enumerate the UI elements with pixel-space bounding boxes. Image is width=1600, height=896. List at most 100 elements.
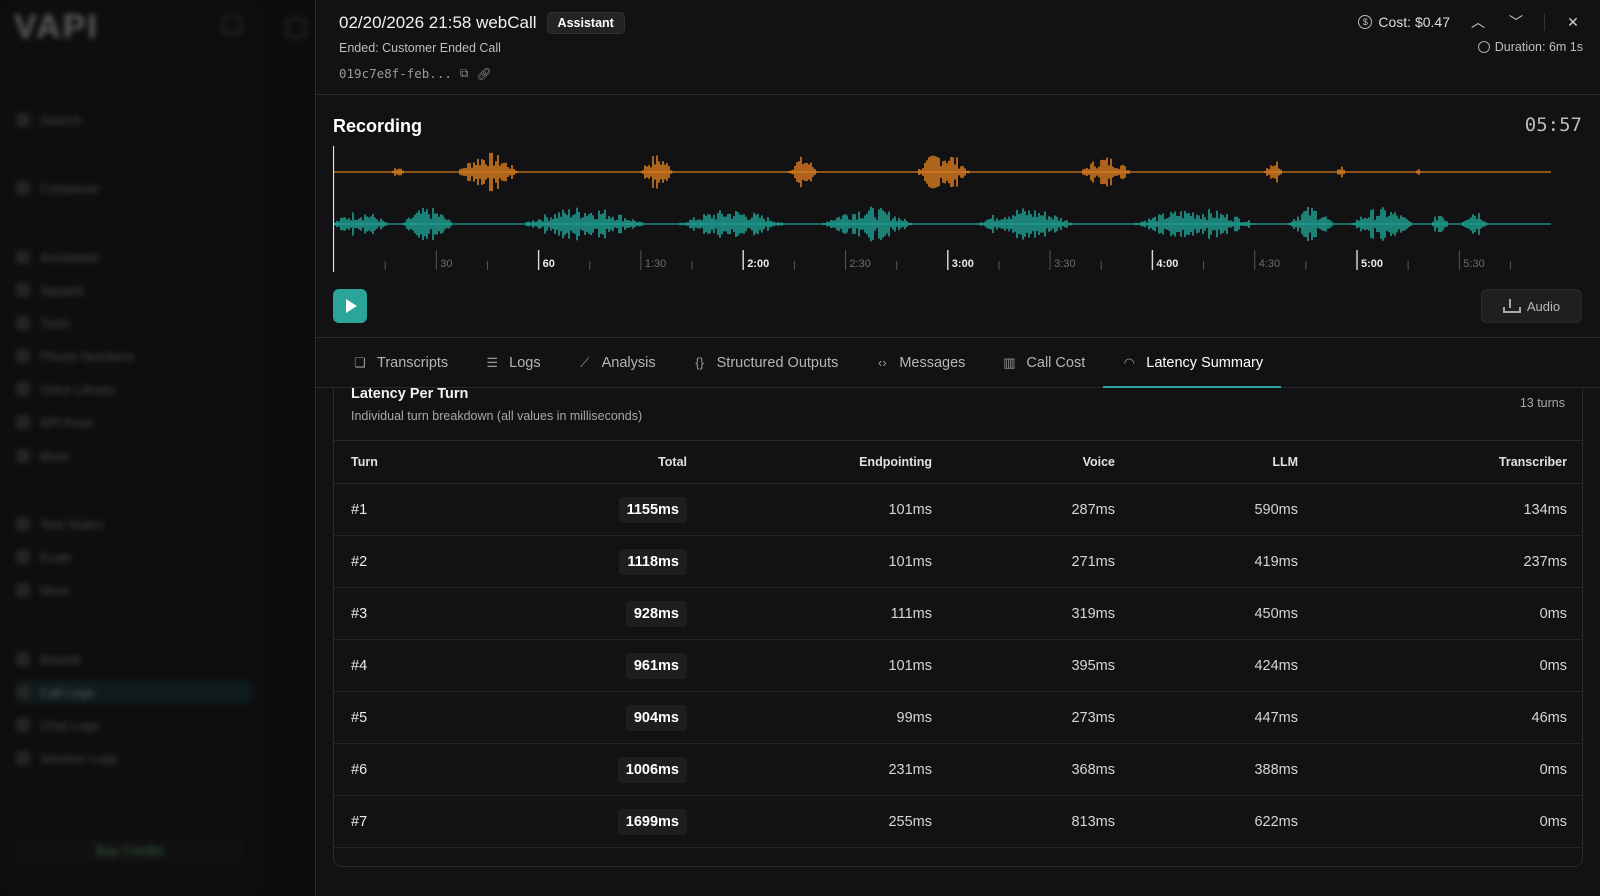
timeline-label: 3:30 (1054, 258, 1075, 270)
play-button[interactable] (333, 289, 367, 323)
tab-label: Messages (899, 354, 966, 371)
sidebar-item-icon (16, 250, 30, 264)
sidebar-item-label: Test Suites (40, 516, 104, 532)
sidebar-item-phone-numbers[interactable]: Phone Numbers (16, 344, 252, 368)
clock-icon (1477, 41, 1490, 53)
cell-transcriber: 46ms (1315, 691, 1582, 744)
col-total: Total (504, 440, 704, 484)
call-detail-panel: 02/20/2026 21:58 webCall Assistant Ended… (315, 0, 1600, 896)
audio-button-label: Audio (1526, 298, 1561, 314)
call-title: 02/20/2026 21:58 webCall (339, 13, 537, 32)
call-header: 02/20/2026 21:58 webCall Assistant Ended… (316, 0, 1600, 95)
cell-total: 904ms (504, 691, 704, 744)
col-voice: Voice (949, 440, 1132, 484)
sidebar-item-label: Evals (40, 549, 72, 565)
sidebar-item-label: Composer (40, 180, 100, 196)
sidebar-item-boards[interactable]: Boards (16, 647, 252, 671)
download-audio-button[interactable]: Audio (1481, 289, 1582, 323)
sidebar-item-label: Chat Logs (40, 717, 100, 733)
tab-structured-outputs[interactable]: {} Structured Outputs (674, 338, 857, 387)
chevron-up-icon[interactable]: ︿ (1468, 12, 1488, 32)
sidebar-item-evals[interactable]: Evals (16, 545, 252, 569)
divider (1544, 13, 1545, 31)
timeline-label: 5:00 (1361, 258, 1383, 270)
timeline-label: 5:30 (1463, 258, 1484, 270)
sidebar-item-chat-logs[interactable]: Chat Logs (16, 713, 252, 737)
sidebar-item-test-suites[interactable]: Test Suites (16, 512, 252, 536)
col-turn: Turn (334, 440, 504, 484)
tab-call-cost[interactable]: ▥ Call Cost (983, 338, 1103, 387)
sidebar-item-label: API Keys (40, 414, 94, 430)
sidebar-item-more[interactable]: More (16, 444, 252, 468)
cell-voice: 273ms (949, 691, 1132, 744)
cell-voice: 395ms (949, 639, 1132, 692)
panel-toggle-icon[interactable] (286, 18, 306, 38)
secondary-column (272, 0, 318, 896)
sidebar-item-icon (16, 685, 30, 699)
sidebar-item-label: Boards (40, 651, 82, 667)
tab-label: Latency Summary (1146, 354, 1264, 371)
sidebar-item-label: Session Logs (40, 750, 119, 766)
cell-voice: 368ms (949, 743, 1132, 796)
sidebar-item-icon (16, 113, 30, 127)
latency-card: Latency Per Turn Individual turn breakdo… (333, 388, 1583, 867)
sidebar-item-label: More (40, 582, 70, 598)
dollar-icon: $ (1358, 15, 1373, 29)
table-row: #4 961ms 101ms 395ms 424ms 0ms (334, 639, 1582, 692)
cell-endpointing: 101ms (704, 639, 949, 692)
sidebar-item-icon (16, 583, 30, 597)
gauge-icon: ◠ (1123, 354, 1135, 370)
sidebar-item-tools[interactable]: Tools (16, 311, 252, 335)
latency-table: Turn Total Endpointing Voice LLM Transcr… (334, 440, 1582, 848)
cell-total: 928ms (504, 587, 704, 640)
chevron-down-icon[interactable]: ﹀ (1506, 12, 1526, 32)
sidebar-item-search[interactable]: Search (16, 108, 252, 132)
tab-label: Logs (509, 354, 541, 371)
tab-logs[interactable]: ☰ Logs (466, 338, 558, 387)
timeline-label: 30 (440, 258, 452, 270)
sidebar: VAPI Search Composer Assistants Squads Tools… (0, 0, 262, 896)
timeline-label: 60 (543, 258, 555, 270)
tab-messages[interactable]: ‹› Messages (856, 338, 983, 387)
latency-subtitle: Individual turn breakdown (all values in… (351, 409, 643, 423)
close-icon[interactable]: ✕ (1563, 14, 1583, 31)
sidebar-item-call-logs[interactable]: Call Logs (16, 680, 252, 704)
recording-title: Recording (333, 116, 423, 136)
tab-label: Call Cost (1026, 354, 1086, 371)
cell-endpointing: 255ms (704, 795, 949, 848)
waveform[interactable]: 30 60 1:30 2:00 2:30 3:00 3:30 4:00 4:30 5:00 5:30 (333, 146, 1583, 276)
copy-icon[interactable]: ⧉ (460, 66, 469, 81)
cell-endpointing: 101ms (704, 535, 949, 588)
sidebar-item-assistants[interactable]: Assistants (16, 245, 252, 269)
line-chart-icon: ⟋ (580, 354, 590, 370)
tab-analysis[interactable]: ⟋ Analysis (559, 338, 674, 387)
col-endpointing: Endpointing (704, 440, 949, 484)
sidebar-item-session-logs[interactable]: Session Logs (16, 746, 252, 770)
cell-endpointing: 231ms (704, 743, 949, 796)
buy-credits-button[interactable]: Buy Credits (16, 836, 244, 864)
cell-endpointing: 101ms (704, 483, 949, 536)
sidebar-item-composer[interactable]: Composer (16, 176, 252, 200)
sidebar-item-voice-library[interactable]: Voice Library (16, 377, 252, 401)
total-value: 1006ms (617, 756, 687, 783)
latency-title: Latency Per Turn (351, 388, 469, 402)
logo: VAPI (14, 8, 99, 46)
sidebar-item-squads[interactable]: Squads (16, 278, 252, 302)
tab-label: Analysis (601, 354, 656, 371)
cell-transcriber: 0ms (1315, 639, 1582, 692)
sidebar-item-icon (16, 751, 30, 765)
sidebar-item-api-keys[interactable]: API Keys (16, 410, 252, 434)
tab-latency-summary[interactable]: ◠ Latency Summary (1103, 338, 1281, 388)
link-icon[interactable]: 🔗︎ (476, 67, 491, 81)
total-value: 961ms (625, 652, 687, 679)
sidebar-item-icon (16, 181, 30, 195)
sidebar-item-icon (16, 349, 30, 363)
table-header-row: Turn Total Endpointing Voice LLM Transcr… (334, 440, 1582, 484)
total-value: 904ms (625, 704, 687, 731)
sidebar-item-label: Call Logs (40, 684, 95, 700)
cell-llm: 450ms (1132, 587, 1315, 640)
collapse-sidebar-icon[interactable] (222, 16, 242, 34)
sidebar-item-more[interactable]: More (16, 578, 252, 602)
sidebar-item-label: Squads (40, 282, 85, 298)
tab-transcripts[interactable]: ❏ Transcripts (334, 338, 466, 387)
